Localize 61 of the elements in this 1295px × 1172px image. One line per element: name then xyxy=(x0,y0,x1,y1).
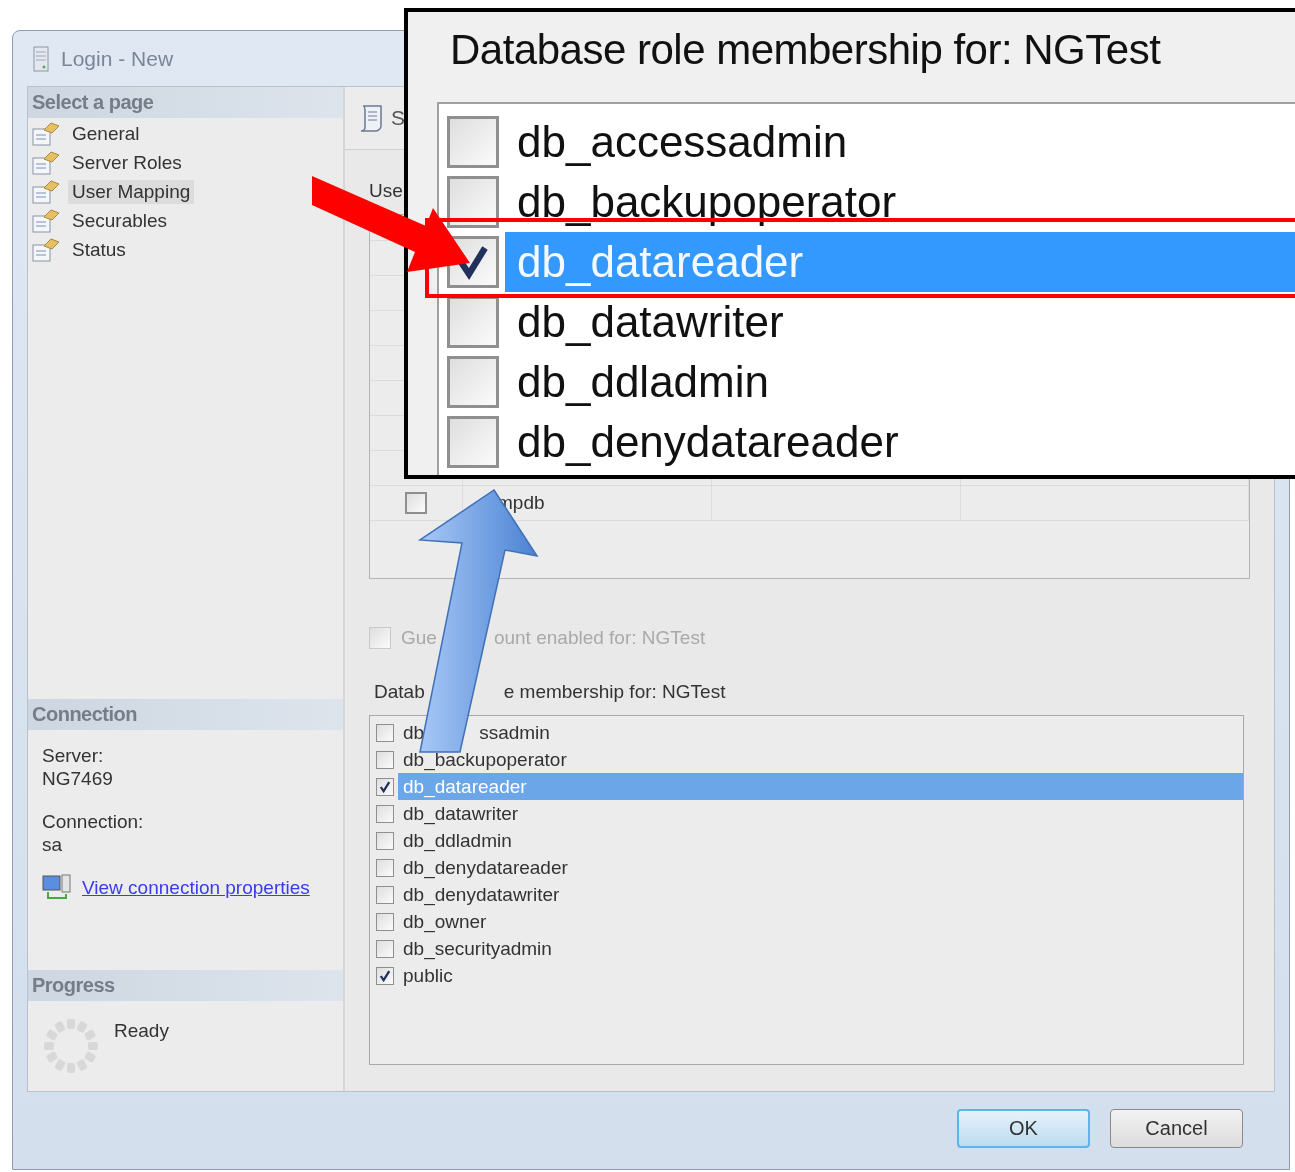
checkbox[interactable] xyxy=(376,723,394,742)
callout-title: Database role membership for: NGTest xyxy=(450,26,1162,75)
guest-label: Gue xyxy=(401,627,437,649)
page-item[interactable]: Securables xyxy=(68,209,172,234)
role-item[interactable]: db_denydatareader xyxy=(398,854,1243,881)
page-icon xyxy=(32,237,60,264)
checkbox[interactable] xyxy=(447,356,499,408)
users-label: Use xyxy=(369,180,403,203)
role-item[interactable]: db_datawriter xyxy=(398,800,1243,827)
page-icon xyxy=(32,179,60,206)
checkmark-icon xyxy=(378,968,392,983)
role-item[interactable]: public xyxy=(398,962,1243,989)
progress-status: Ready xyxy=(114,1019,169,1043)
role-item[interactable]: db_denydatareader xyxy=(505,412,1295,472)
checkbox[interactable] xyxy=(447,116,499,168)
page-icon xyxy=(32,208,60,235)
checkmark-icon xyxy=(378,779,392,794)
checkbox[interactable] xyxy=(376,831,394,850)
page-item[interactable]: Server Roles xyxy=(68,151,186,176)
role-item[interactable]: db_accessadmin xyxy=(505,112,1295,172)
connection-user: sa xyxy=(42,833,64,857)
checkbox[interactable] xyxy=(447,176,499,228)
section-header: Select a page xyxy=(28,87,343,118)
checkbox[interactable] xyxy=(405,492,427,514)
page-item[interactable]: Status xyxy=(68,238,130,263)
dialog-button[interactable]: OK xyxy=(957,1109,1090,1148)
role-item[interactable]: db_denydatawriter xyxy=(398,881,1243,908)
checkbox[interactable] xyxy=(376,858,394,877)
section-header: Connection xyxy=(28,699,343,731)
guest-label: ount enabled for: NGTest xyxy=(493,627,706,649)
connection-label: Connection: xyxy=(42,810,145,834)
checkbox[interactable] xyxy=(376,966,394,985)
checkbox[interactable] xyxy=(376,912,394,931)
page-icon xyxy=(32,121,60,148)
checkbox[interactable] xyxy=(376,804,394,823)
role-item[interactable]: db_owner xyxy=(398,908,1243,935)
roles-label: e membership for: NGTest xyxy=(503,681,726,703)
role-item[interactable]: db_securityadmin xyxy=(398,935,1243,962)
checkbox[interactable] xyxy=(447,296,499,348)
section-header: Progress xyxy=(28,970,343,1001)
checkbox[interactable] xyxy=(376,777,394,796)
checkbox[interactable] xyxy=(376,750,394,769)
role-item[interactable]: db_ddladmin xyxy=(505,352,1295,412)
page-icon xyxy=(32,150,60,177)
dialog-button[interactable]: Cancel xyxy=(1110,1109,1243,1148)
roles-label: Datab xyxy=(374,681,425,703)
script-button[interactable]: S xyxy=(357,103,405,133)
window-title: Login - New xyxy=(61,46,174,71)
page-item[interactable]: General xyxy=(68,122,144,147)
role-item[interactable]: db_backupoperator xyxy=(398,746,1243,773)
server-icon xyxy=(33,45,49,72)
role-item[interactable]: db_ddladmin xyxy=(398,827,1243,854)
checkbox[interactable] xyxy=(376,885,394,904)
page-item[interactable]: User Mapping xyxy=(68,180,195,205)
role-item[interactable]: db_backupoperator xyxy=(505,172,1295,232)
server-name: NG7469 xyxy=(42,767,114,791)
server-label: Server: xyxy=(42,744,105,768)
connection-properties-link[interactable]: View connection properties xyxy=(82,877,310,900)
checkbox[interactable] xyxy=(376,939,394,958)
checkbox[interactable] xyxy=(447,416,499,468)
role-item[interactable]: db ssadmin xyxy=(398,719,1243,746)
